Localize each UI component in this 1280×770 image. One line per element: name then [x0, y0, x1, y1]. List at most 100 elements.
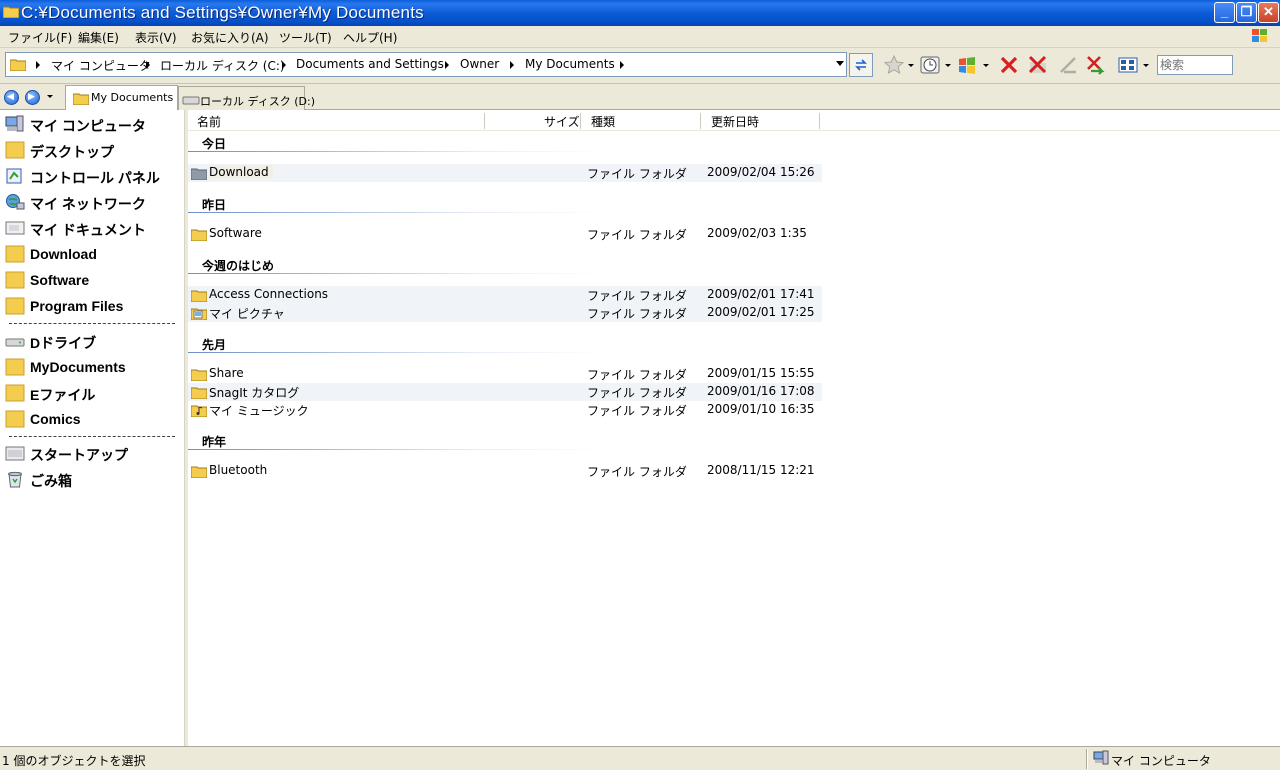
network-globe-icon	[6, 194, 25, 210]
list-item[interactable]: SnagIt カタログ ファイル フォルダ 2009/01/16 17:08	[188, 383, 822, 401]
breadcrumb-arrow-icon[interactable]	[282, 61, 286, 69]
list-item[interactable]: Share ファイル フォルダ 2009/01/15 15:55	[188, 365, 822, 383]
menu-bar: ファイル(F) 編集(E) 表示(V) お気に入り(A) ツール(T) ヘルプ(…	[0, 26, 1280, 48]
fav-download[interactable]: Download	[5, 244, 180, 266]
fav-software[interactable]: Software	[5, 270, 180, 292]
group-divider	[188, 352, 608, 353]
group-header-yesterday[interactable]: 昨日	[202, 196, 226, 213]
startup-icon	[5, 446, 25, 461]
search-input[interactable]	[1157, 55, 1233, 75]
address-dropdown-icon[interactable]	[836, 61, 844, 66]
menu-view[interactable]: 表示(V)	[135, 29, 177, 46]
fav-startup[interactable]: スタートアップ	[5, 443, 180, 465]
column-divider[interactable]	[700, 113, 701, 129]
undo-disabled-icon[interactable]	[1057, 54, 1079, 76]
title-bar[interactable]: C:¥Documents and Settings¥Owner¥My Docum…	[0, 0, 1280, 26]
fav-my-documents[interactable]: マイ ドキュメント	[5, 218, 180, 240]
control-panel-icon	[6, 168, 22, 184]
recycle-bin-icon	[8, 471, 22, 488]
breadcrumb-arrow-icon[interactable]	[620, 61, 624, 69]
breadcrumb-arrow-icon[interactable]	[36, 61, 40, 69]
address-toolbar: マイ コンピュータ ローカル ディスク (C:) Documents and S…	[0, 48, 1280, 84]
list-item[interactable]: Bluetooth ファイル フォルダ 2008/11/15 12:21	[188, 462, 822, 480]
fav-recycle-bin[interactable]: ごみ箱	[5, 469, 180, 491]
favorites-divider	[9, 323, 175, 324]
delete-red-x-icon[interactable]	[998, 54, 1020, 76]
documents-icon	[5, 221, 25, 235]
list-item[interactable]: マイ ピクチャ ファイル フォルダ 2009/02/01 17:25	[188, 304, 822, 322]
views-icon[interactable]	[1117, 54, 1139, 76]
group-header-this-week[interactable]: 今週のはじめ	[202, 257, 274, 274]
fav-control-panel[interactable]: コントロール パネル	[5, 166, 180, 188]
column-divider[interactable]	[580, 113, 581, 129]
folder-icon	[191, 387, 207, 399]
list-item[interactable]: Access Connections ファイル フォルダ 2009/02/01 …	[188, 286, 822, 304]
windows-logo-icon	[1252, 29, 1267, 42]
column-modified[interactable]: 更新日時	[711, 113, 759, 130]
delete-folder-x-icon[interactable]	[1027, 54, 1049, 76]
fav-program-files[interactable]: Program Files	[5, 296, 180, 318]
menu-help[interactable]: ヘルプ(H)	[343, 29, 397, 46]
dropdown-icon[interactable]	[908, 64, 914, 67]
folder-icon	[191, 229, 207, 241]
list-item[interactable]: Software ファイル フォルダ 2009/02/03 1:35	[188, 225, 822, 243]
list-item[interactable]: Download ファイル フォルダ 2009/02/04 15:26	[188, 164, 822, 182]
favorites-panel: マイ コンピュータ デスクトップ コントロール パネル マイ ネットワーク マイ…	[0, 110, 184, 746]
menu-favorites[interactable]: お気に入り(A)	[191, 29, 269, 46]
menu-tools[interactable]: ツール(T)	[279, 29, 332, 46]
column-divider[interactable]	[484, 113, 485, 129]
group-header-last-month[interactable]: 先月	[202, 336, 226, 353]
folder-icon	[5, 297, 25, 315]
forward-button[interactable]: ▶	[25, 90, 40, 105]
fav-comics[interactable]: Comics	[5, 409, 180, 431]
back-arrow-icon: ◀	[7, 92, 14, 102]
go-button[interactable]	[849, 53, 873, 77]
fav-my-network[interactable]: マイ ネットワーク	[5, 192, 180, 214]
column-name[interactable]: 名前	[197, 113, 221, 130]
list-item[interactable]: マイ ミュージック ファイル フォルダ 2009/01/10 16:35	[188, 401, 822, 419]
forward-arrow-icon: ▶	[28, 92, 35, 102]
dropdown-icon[interactable]	[1143, 64, 1149, 67]
address-bar[interactable]: マイ コンピュータ ローカル ディスク (C:) Documents and S…	[5, 52, 847, 77]
windows-flag-icon[interactable]	[956, 54, 978, 76]
fav-desktop[interactable]: デスクトップ	[5, 140, 180, 162]
favorite-star-icon[interactable]	[883, 54, 905, 76]
tab-label: ローカル ディスク (D:)	[200, 95, 315, 108]
fav-e-files[interactable]: Eファイル	[5, 383, 180, 405]
column-divider[interactable]	[819, 113, 820, 129]
breadcrumb-arrow-icon[interactable]	[510, 61, 514, 69]
group-header-last-year[interactable]: 昨年	[202, 433, 226, 450]
column-type[interactable]: 種類	[591, 113, 615, 130]
breadcrumb-arrow-icon[interactable]	[445, 61, 449, 69]
menu-edit[interactable]: 編集(E)	[78, 29, 119, 46]
restore-button[interactable]: ❐	[1236, 2, 1257, 23]
fav-mydocuments[interactable]: MyDocuments	[5, 357, 180, 379]
folder-icon	[5, 271, 25, 289]
breadcrumb-documents-and-settings[interactable]: Documents and Settings	[296, 57, 444, 71]
breadcrumb-owner[interactable]: Owner	[460, 57, 499, 71]
tab-my-documents[interactable]: My Documents	[65, 85, 178, 111]
fav-my-computer[interactable]: マイ コンピュータ	[5, 114, 180, 136]
dropdown-icon[interactable]	[945, 64, 951, 67]
history-clock-icon[interactable]	[919, 54, 941, 76]
history-dropdown-icon[interactable]	[47, 95, 53, 98]
fav-d-drive[interactable]: Dドライブ	[5, 331, 180, 353]
back-button[interactable]: ◀	[4, 90, 19, 105]
tab-local-disk-d[interactable]: ローカル ディスク (D:)	[178, 86, 315, 110]
group-header-today[interactable]: 今日	[202, 135, 226, 152]
close-button[interactable]: ✕	[1258, 2, 1279, 23]
group-divider	[188, 449, 608, 450]
folder-icon	[5, 384, 25, 402]
breadcrumb-my-computer[interactable]: マイ コンピュータ	[51, 57, 151, 74]
move-green-arrow-icon[interactable]	[1085, 54, 1107, 76]
breadcrumb-local-disk-c[interactable]: ローカル ディスク (C:)	[160, 57, 285, 74]
breadcrumb-arrow-icon[interactable]	[146, 61, 150, 69]
breadcrumb-my-documents[interactable]: My Documents	[525, 57, 615, 71]
column-size[interactable]: サイズ	[544, 113, 580, 130]
folder-icon	[5, 141, 25, 159]
dropdown-icon[interactable]	[983, 64, 989, 67]
tab-bar: ◀ ▶ My Documents ローカル ディスク (D:)	[0, 84, 1280, 111]
menu-file[interactable]: ファイル(F)	[8, 29, 72, 46]
minimize-button[interactable]: _	[1214, 2, 1235, 23]
tab-label: My Documents	[91, 91, 174, 104]
